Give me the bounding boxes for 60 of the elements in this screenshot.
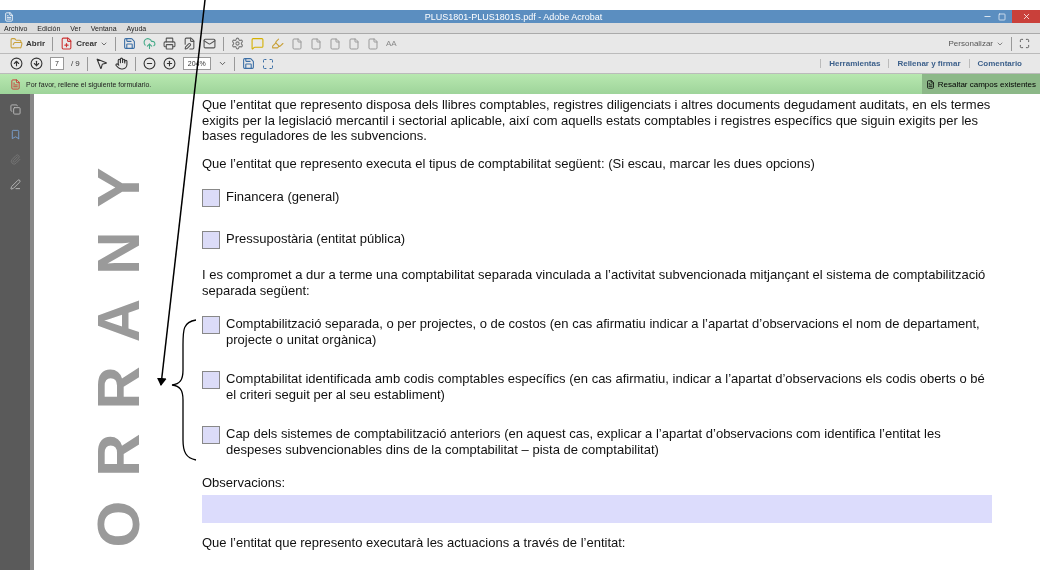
file-plus-icon — [60, 37, 74, 50]
checkbox[interactable] — [202, 426, 220, 444]
checkbox-label: Financera (general) — [226, 189, 340, 205]
input-field[interactable] — [202, 494, 992, 523]
printer-icon[interactable] — [163, 37, 177, 50]
checkbox[interactable] — [202, 316, 220, 334]
hand-icon[interactable] — [114, 57, 128, 70]
document-icon[interactable] — [348, 37, 361, 50]
paperclip-icon[interactable] — [9, 154, 21, 165]
create-button[interactable]: Crear — [60, 37, 109, 50]
close-button[interactable] — [1012, 10, 1040, 23]
pane-link[interactable]: Herramientas — [820, 59, 889, 68]
expand-icon[interactable] — [1019, 38, 1030, 49]
maximize-icon[interactable] — [998, 12, 1006, 21]
checkbox-label: Comptabilització separada, o per projectes, o de costos (en cas afirmatiu indicar a l’apartat d’observacions el nom de departament, projecte o unitat orgànica) — [226, 316, 981, 347]
paragraph: Que l’entitat que represento executa el tipus de comptabilitat següent: (Si escau, marcar les dues opcions) — [202, 155, 816, 171]
watermark-text: ORRANY — [83, 143, 153, 548]
zoom-in-icon[interactable] — [162, 57, 176, 70]
paragraph: I es compromet a dur a terme una comptabilitat separada vinculada a l’activitat subvencionada mitjançant el sistema de comptabilització separada següent: — [202, 267, 987, 298]
full-screen-icon[interactable] — [261, 57, 274, 70]
checkbox[interactable] — [202, 371, 220, 389]
zoom-out-icon[interactable] — [142, 57, 156, 70]
file-edit-icon[interactable] — [183, 37, 197, 50]
window-title: PLUS1801-PLUS1801S.pdf - Adobe Acrobat — [423, 11, 604, 22]
pages-icon[interactable] — [9, 104, 21, 115]
folder-icon — [10, 37, 23, 50]
paragraph: Que l’entitat que represento disposa dels llibres comptables, registres diligenciats i altres documents degudament auditats, en els termes exigits per la legislació mercantil i sectorial aplicable, així com aquells estats comptables i registres específics que siguin exigits per les bases reguladores de les subvencions. — [202, 97, 992, 144]
document-icon[interactable] — [329, 37, 342, 50]
open-button[interactable]: Abrir — [10, 37, 46, 50]
checkbox[interactable] — [202, 189, 220, 207]
app-icon — [4, 11, 14, 22]
checkbox-label: Comptabilitat identificada amb codis comptables específics (en cas afirmatiu, indicar a l’apartat d’observacions els codis oberts o bé el criteri seguit per al seu establiment) — [226, 371, 986, 402]
field-label: Observacions: — [202, 475, 287, 491]
document-icon[interactable] — [291, 37, 304, 50]
mail-icon[interactable] — [203, 37, 217, 50]
bookmark-icon[interactable] — [9, 129, 21, 140]
close-icon — [1021, 12, 1031, 21]
paragraph: Que l’entitat que represento executarà les actuacions a través de l’entitat: — [202, 534, 627, 550]
highlight-fields-button[interactable]: Resaltar campos existentes — [921, 74, 1040, 94]
pane-link[interactable]: Rellenar y firmar — [888, 59, 969, 68]
settings-icon[interactable] — [231, 37, 245, 50]
dropdown-icon[interactable] — [217, 59, 227, 68]
save-icon[interactable] — [123, 37, 137, 50]
checkbox[interactable] — [202, 231, 220, 249]
customize-button[interactable]: Personalizar — [948, 39, 1004, 48]
highlighter-icon[interactable] — [271, 37, 285, 50]
previous-page-icon[interactable] — [10, 57, 23, 70]
form-icon — [925, 79, 935, 89]
cloud-upload-icon[interactable] — [143, 37, 157, 50]
next-page-icon[interactable] — [30, 57, 43, 70]
document-icon[interactable] — [310, 37, 323, 50]
checkbox-label: Pressupostària (entitat pública) — [226, 231, 406, 247]
page-count: / 9 — [70, 59, 80, 68]
form-icon — [10, 78, 21, 90]
document-icon[interactable] — [367, 37, 380, 50]
signature-icon[interactable] — [9, 179, 21, 190]
select-icon[interactable] — [94, 57, 108, 70]
pane-link[interactable]: Comentario — [968, 59, 1030, 68]
comment-icon[interactable] — [251, 37, 265, 50]
checkbox-label: Cap dels sistemes de comptabilització anteriors (en aquest cas, explicar a l’apartat d’observacions com identifica l’entitat les despeses subvencionables dins de la comptabilitat – pista de comptabilitat) — [226, 426, 942, 457]
